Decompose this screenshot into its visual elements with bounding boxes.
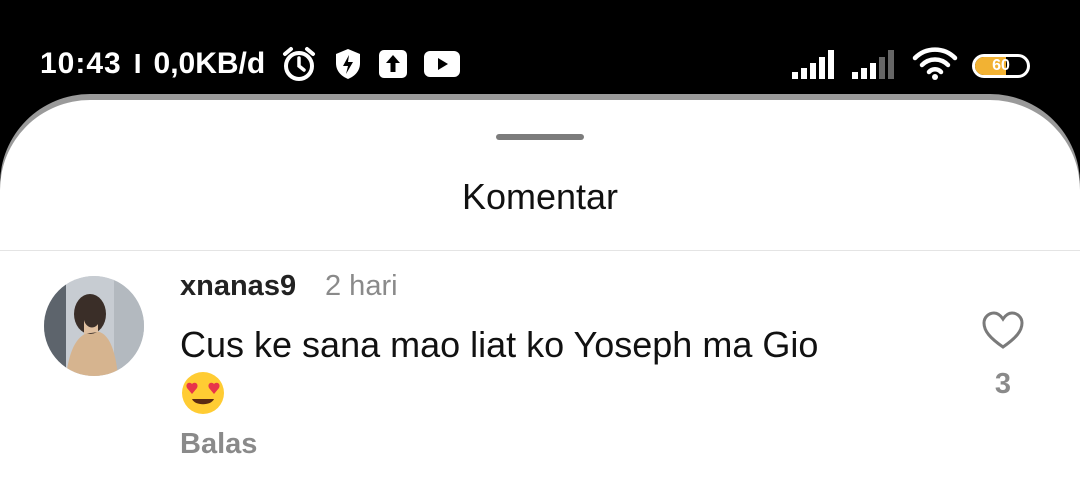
network-speed: 0,0KB/d xyxy=(153,47,266,80)
status-bar-left: 10:43 I 0,0KB/d xyxy=(40,44,461,84)
heart-outline-icon[interactable] xyxy=(980,308,1026,354)
clock: 10:43 xyxy=(40,47,122,80)
status-separator: I xyxy=(133,48,142,79)
status-bar-right: 60 xyxy=(792,46,1030,86)
upload-icon xyxy=(377,48,409,80)
comment-text: Cus ke sana mao liat ko Yoseph ma Gio xyxy=(180,324,819,365)
signal-icon xyxy=(852,48,898,85)
shield-bolt-icon xyxy=(333,47,363,81)
comment-username[interactable]: xnanas9 xyxy=(180,270,296,303)
reply-button[interactable]: Balas xyxy=(180,428,257,461)
comment-timestamp: 2 hari xyxy=(325,270,398,302)
battery-level: 60 xyxy=(992,57,1010,74)
battery-icon: 60 xyxy=(972,54,1030,78)
comments-sheet: Komentar xnanas9 2 hari Cus ke sana mao … xyxy=(0,100,1080,490)
heart-eyes-emoji xyxy=(180,370,226,416)
avatar[interactable] xyxy=(44,276,144,376)
alarm-icon xyxy=(279,44,319,84)
drag-handle[interactable] xyxy=(496,134,584,140)
like-count: 3 xyxy=(994,368,1012,400)
status-bar: 10:43 I 0,0KB/d 60 xyxy=(0,0,1080,100)
divider xyxy=(0,250,1080,251)
signal-icon xyxy=(792,48,838,85)
youtube-icon xyxy=(423,49,461,79)
wifi-icon xyxy=(912,46,958,86)
sheet-title: Komentar xyxy=(461,176,619,217)
